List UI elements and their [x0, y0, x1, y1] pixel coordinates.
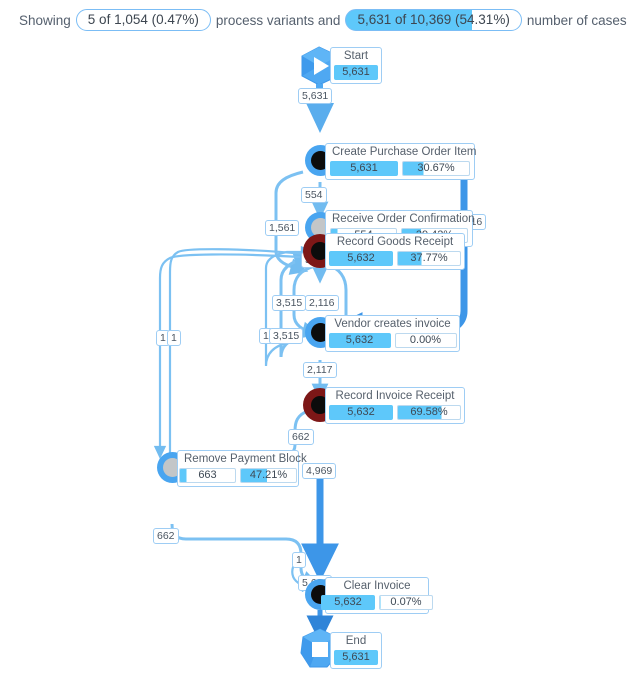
number-of-cases-label: number of cases: [526, 12, 627, 28]
node-metrics-vendor-creates-invoice: 5,632 0.00%: [328, 333, 457, 348]
edge-label-vendor-to-goods-b[interactable]: 3,515: [269, 328, 304, 344]
edge-goods-to-remove[interactable]: [153, 253, 301, 460]
node-count-vendor-creates-invoice: 5,632: [328, 333, 391, 348]
node-label-start[interactable]: Start 5,631: [330, 47, 382, 84]
node-name-vendor-creates-invoice: Vendor creates invoice: [334, 318, 451, 330]
edge-label-remove-to-clear-thin[interactable]: 1: [292, 552, 306, 568]
node-metrics-remove-payment-block: 663 47.21%: [179, 468, 297, 483]
node-count-create-purchase-order-item: 5,631: [330, 161, 398, 176]
node-label-remove-payment-block[interactable]: Remove Payment Block 663 47.21%: [177, 450, 307, 487]
node-percent-record-goods-receipt: 37.77%: [397, 251, 461, 266]
node-percent-create-purchase-order-item: 30.67%: [402, 161, 470, 176]
node-name-end: End: [345, 635, 367, 647]
process-map-canvas[interactable]: 5,631 554 1,561 554 3,516 3,515 2,116 1 …: [0, 40, 636, 669]
node-name-record-invoice-receipt: Record Invoice Receipt: [335, 390, 455, 402]
edge-label-invoice-to-clear[interactable]: 4,969: [302, 463, 337, 479]
node-metrics-clear-invoice: 5,632 0.07%: [321, 595, 433, 610]
node-count-end: 5,631: [334, 650, 378, 665]
node-percent-vendor-creates-invoice: 0.00%: [394, 333, 457, 348]
node-name-remove-payment-block: Remove Payment Block: [184, 453, 307, 465]
node-count-remove-payment-block: 663: [179, 468, 236, 483]
node-label-vendor-creates-invoice[interactable]: Vendor creates invoice 5,632 0.00%: [325, 315, 460, 352]
node-label-end[interactable]: End 5,631: [330, 632, 382, 669]
node-metrics-record-goods-receipt: 5,632 37.77%: [329, 251, 461, 266]
node-name-clear-invoice: Clear Invoice: [343, 580, 411, 592]
edge-label-goods-to-vendor-a[interactable]: 3,515: [272, 295, 307, 311]
edge-label-invoice-to-remove-left[interactable]: 1: [167, 330, 181, 346]
edge-label-vendor-to-invoice[interactable]: 2,117: [303, 362, 337, 378]
edge-label-create-to-goods[interactable]: 1,561: [265, 220, 300, 236]
node-count-start: 5,631: [334, 65, 378, 80]
edge-label-remove-to-clear[interactable]: 662: [153, 528, 179, 544]
node-percent-remove-payment-block: 47.21%: [240, 468, 297, 483]
node-label-create-purchase-order-item[interactable]: Create Purchase Order Item 5,631 30.67%: [325, 143, 477, 180]
node-label-record-invoice-receipt[interactable]: Record Invoice Receipt 5,632 69.58%: [325, 387, 465, 424]
node-name-start: Start: [343, 50, 369, 62]
node-name-receive-order-confirmation: Receive Order Confirmation: [332, 213, 475, 225]
showing-summary-bar: Showing 5 of 1,054 (0.47%) process varia…: [0, 0, 636, 40]
node-percent-clear-invoice: 0.07%: [379, 595, 433, 610]
edge-label-goods-to-vendor-b[interactable]: 2,116: [305, 295, 339, 311]
node-count-record-goods-receipt: 5,632: [329, 251, 393, 266]
node-metrics-record-invoice-receipt: 5,632 69.58%: [329, 405, 461, 420]
node-metrics-end: 5,631: [334, 650, 378, 665]
node-name-record-goods-receipt: Record Goods Receipt: [336, 236, 454, 248]
edge-remove-to-clear[interactable]: [170, 523, 320, 587]
edge-label-create-to-receive[interactable]: 554: [301, 187, 327, 203]
node-percent-record-invoice-receipt: 69.58%: [397, 405, 461, 420]
node-name-create-purchase-order-item: Create Purchase Order Item: [332, 146, 477, 158]
node-metrics-create-purchase-order-item: 5,631 30.67%: [330, 161, 470, 176]
node-count-record-invoice-receipt: 5,632: [329, 405, 393, 420]
showing-prefix-label: Showing: [19, 12, 71, 28]
node-label-record-goods-receipt[interactable]: Record Goods Receipt 5,632 37.77%: [325, 233, 465, 270]
process-variants-label: process variants and: [215, 12, 341, 28]
number-of-cases-pill[interactable]: 5,631 of 10,369 (54.31%): [345, 9, 522, 31]
process-variants-pill[interactable]: 5 of 1,054 (0.47%): [75, 9, 211, 31]
edge-invoice-to-remove-left[interactable]: [168, 248, 306, 469]
node-metrics-start: 5,631: [334, 65, 378, 80]
edge-label-invoice-to-remove[interactable]: 662: [288, 429, 314, 445]
